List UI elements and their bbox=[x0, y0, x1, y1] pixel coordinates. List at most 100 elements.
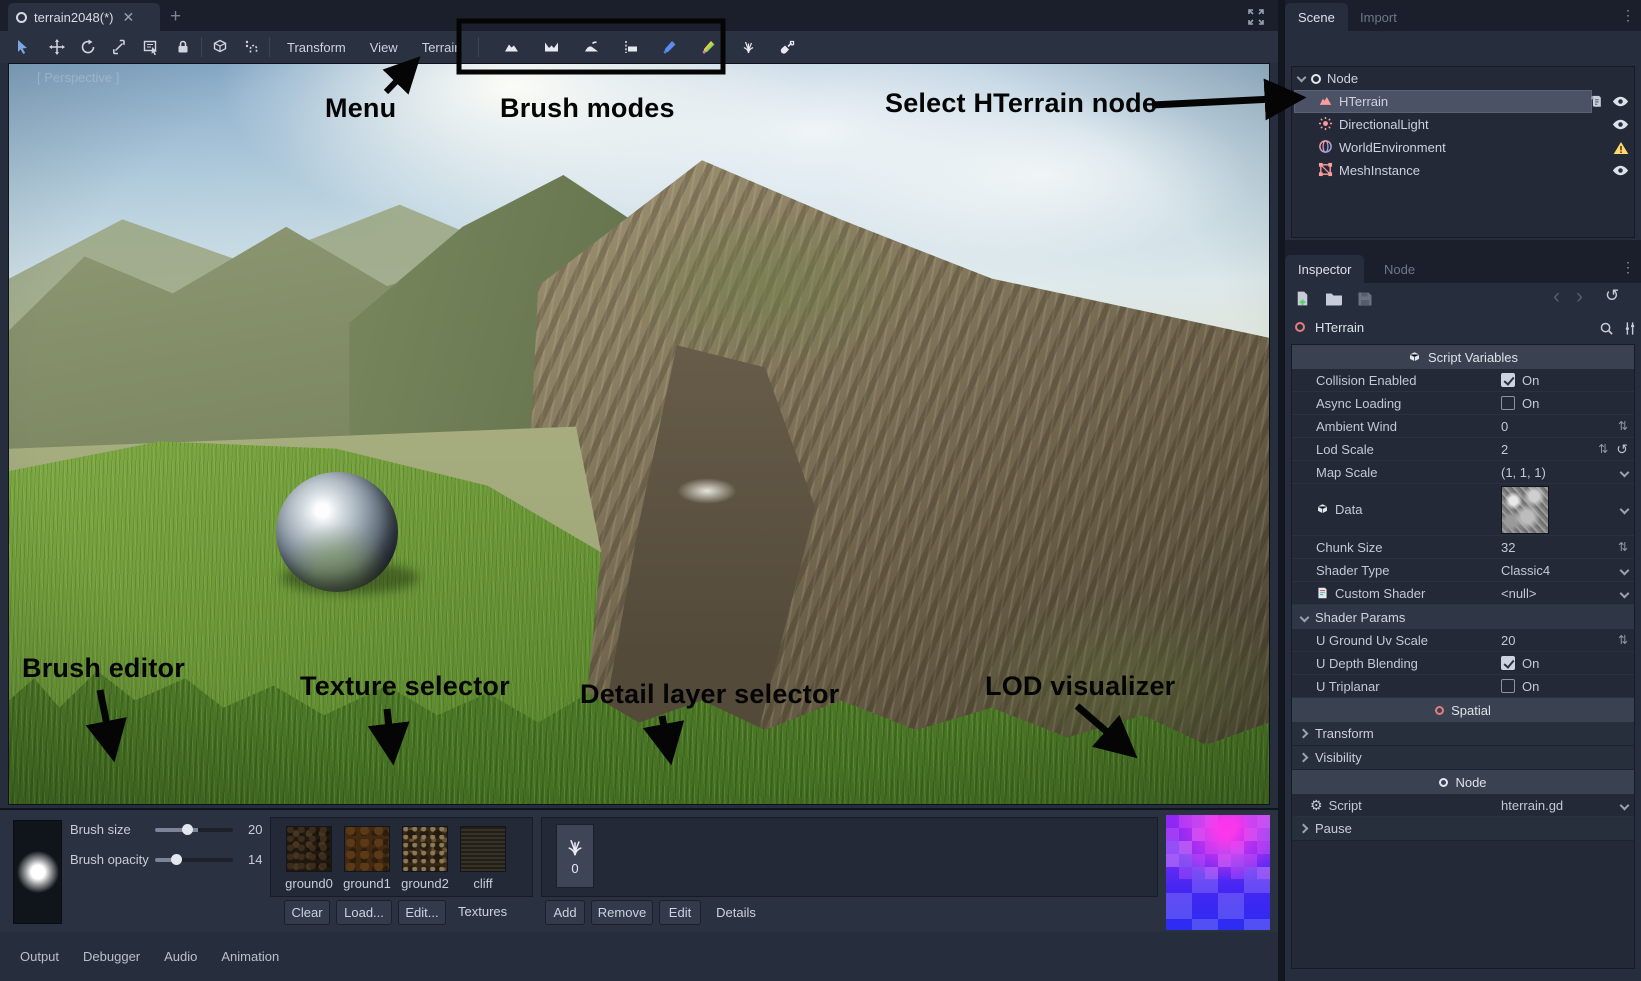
tree-row-meshinstance[interactable]: MeshInstance bbox=[1292, 159, 1634, 182]
prop-value[interactable]: <null> bbox=[1501, 586, 1536, 601]
section-shader-params[interactable]: Shader Params bbox=[1292, 605, 1634, 629]
spinner-icon[interactable]: ⇅ bbox=[1618, 540, 1628, 554]
prop-value[interactable]: 2 bbox=[1501, 442, 1508, 457]
group-pause[interactable]: Pause bbox=[1292, 817, 1634, 841]
prop-value[interactable]: hterrain.gd bbox=[1501, 798, 1563, 813]
select-tool-icon[interactable] bbox=[10, 35, 36, 59]
lock-icon[interactable] bbox=[170, 35, 196, 59]
menu-view[interactable]: View bbox=[358, 40, 410, 55]
tree-row-node[interactable]: Node bbox=[1292, 67, 1634, 90]
group-visibility[interactable]: Visibility bbox=[1292, 746, 1634, 770]
load-resource-icon[interactable] bbox=[1325, 291, 1343, 311]
dock-splitter[interactable] bbox=[1285, 240, 1641, 252]
clear-button[interactable]: Clear bbox=[284, 900, 330, 925]
group-object-icon[interactable] bbox=[207, 35, 233, 59]
checkbox-unchecked[interactable] bbox=[1501, 679, 1515, 693]
category-node[interactable]: Node bbox=[1292, 770, 1634, 794]
tab-audio[interactable]: Audio bbox=[164, 949, 197, 964]
brush-opacity-slider[interactable] bbox=[155, 858, 233, 862]
history-back-icon[interactable]: ‹ bbox=[1553, 285, 1560, 309]
visibility-eye-icon[interactable] bbox=[1612, 164, 1629, 177]
brush-size-slider[interactable] bbox=[155, 828, 233, 832]
new-resource-icon[interactable] bbox=[1294, 290, 1311, 312]
prop-value[interactable]: 20 bbox=[1501, 633, 1515, 648]
brush-mode-lower-icon[interactable] bbox=[538, 35, 564, 59]
brush-size-handle[interactable] bbox=[182, 824, 193, 835]
tab-output[interactable]: Output bbox=[20, 949, 59, 964]
brush-preview[interactable] bbox=[13, 820, 62, 924]
checkbox-checked[interactable] bbox=[1501, 656, 1515, 670]
rotate-tool-icon[interactable] bbox=[75, 35, 101, 59]
close-tab-icon[interactable]: ✕ bbox=[123, 9, 135, 26]
expand-icon[interactable] bbox=[1620, 588, 1630, 598]
prop-value[interactable]: (1, 1, 1) bbox=[1501, 465, 1546, 480]
details-button[interactable]: Details bbox=[707, 900, 765, 925]
dock-menu-icon[interactable]: ⋮ bbox=[1621, 7, 1635, 24]
inspector-search-icon[interactable] bbox=[1599, 321, 1614, 341]
tab-inspector[interactable]: Inspector bbox=[1285, 255, 1364, 283]
expand-icon[interactable] bbox=[1620, 467, 1630, 477]
scene-tab-terrain2048[interactable]: terrain2048(*) ✕ bbox=[8, 3, 160, 31]
edit-textures-button[interactable]: Edit... bbox=[398, 900, 446, 925]
brush-mode-flatten-icon[interactable] bbox=[617, 35, 643, 59]
snap-mode-icon[interactable] bbox=[238, 35, 264, 59]
prop-value[interactable]: 32 bbox=[1501, 540, 1515, 555]
tab-debugger[interactable]: Debugger bbox=[83, 949, 140, 964]
detail-layer-0-tile[interactable]: 0 bbox=[556, 824, 594, 888]
visibility-eye-icon[interactable] bbox=[1612, 95, 1629, 108]
texture-tile-ground0[interactable] bbox=[286, 826, 332, 872]
list-select-tool-icon[interactable] bbox=[138, 35, 164, 59]
script-badge-icon[interactable] bbox=[1589, 94, 1603, 109]
distraction-free-icon[interactable] bbox=[1248, 9, 1264, 30]
tree-row-hterrain[interactable]: HTerrain bbox=[1292, 90, 1634, 113]
visibility-eye-icon[interactable] bbox=[1612, 118, 1629, 131]
texture-tile-ground2[interactable] bbox=[402, 826, 448, 872]
remove-button[interactable]: Remove bbox=[591, 900, 653, 925]
checkbox-checked[interactable] bbox=[1501, 373, 1515, 387]
category-script-variables[interactable]: Script Variables bbox=[1292, 345, 1634, 369]
tree-row-directionallight[interactable]: DirectionalLight bbox=[1292, 113, 1634, 136]
texture-tile-ground1[interactable] bbox=[344, 826, 390, 872]
heightmap-thumbnail[interactable] bbox=[1501, 486, 1549, 534]
menu-terrain[interactable]: Terrain bbox=[410, 40, 474, 55]
load-button[interactable]: Load... bbox=[336, 900, 392, 925]
edit-detail-button[interactable]: Edit bbox=[659, 900, 701, 925]
group-transform[interactable]: Transform bbox=[1292, 722, 1634, 746]
prop-value[interactable]: 0 bbox=[1501, 419, 1508, 434]
scale-tool-icon[interactable] bbox=[106, 35, 132, 59]
expand-icon[interactable] bbox=[1620, 565, 1630, 575]
checkbox-unchecked[interactable] bbox=[1501, 396, 1515, 410]
brush-mode-splat-paint-icon[interactable] bbox=[695, 35, 721, 59]
brush-mode-raise-icon[interactable] bbox=[498, 35, 524, 59]
brush-mode-color-paint-icon[interactable] bbox=[656, 35, 682, 59]
inspector-tools-icon[interactable] bbox=[1623, 321, 1637, 341]
new-tab-icon[interactable]: + bbox=[170, 6, 181, 28]
expand-icon[interactable] bbox=[1620, 800, 1630, 810]
brush-mode-smooth-icon[interactable] bbox=[578, 35, 604, 59]
prop-value[interactable]: Classic4 bbox=[1501, 563, 1550, 578]
revert-icon[interactable]: ↺ bbox=[1616, 441, 1628, 458]
move-tool-icon[interactable] bbox=[44, 35, 70, 59]
spinner-icon[interactable]: ⇅ bbox=[1618, 633, 1628, 647]
texture-tile-cliff[interactable] bbox=[460, 826, 506, 872]
expand-icon[interactable] bbox=[1620, 505, 1630, 515]
dock-menu-icon[interactable]: ⋮ bbox=[1621, 259, 1635, 276]
spinner-icon[interactable]: ⇅ bbox=[1598, 442, 1608, 456]
brush-mode-detail-grass-icon[interactable] bbox=[735, 35, 761, 59]
category-spatial[interactable]: Spatial bbox=[1292, 698, 1634, 722]
warning-icon[interactable] bbox=[1613, 141, 1629, 155]
tab-node[interactable]: Node bbox=[1371, 255, 1428, 283]
collapse-icon[interactable] bbox=[1297, 72, 1307, 82]
spinner-icon[interactable]: ⇅ bbox=[1618, 419, 1628, 433]
menu-transform[interactable]: Transform bbox=[275, 40, 358, 55]
history-forward-icon[interactable]: › bbox=[1576, 285, 1583, 309]
object-history-icon[interactable]: ↺ bbox=[1605, 286, 1619, 306]
tab-animation[interactable]: Animation bbox=[221, 949, 279, 964]
tab-scene[interactable]: Scene bbox=[1285, 3, 1348, 31]
save-resource-icon[interactable] bbox=[1357, 291, 1373, 312]
perspective-label[interactable]: [ Perspective ] bbox=[37, 70, 119, 85]
brush-mode-erode-icon[interactable] bbox=[774, 35, 800, 59]
brush-opacity-handle[interactable] bbox=[171, 854, 182, 865]
tab-import[interactable]: Import bbox=[1347, 3, 1410, 31]
tree-row-worldenvironment[interactable]: WorldEnvironment bbox=[1292, 136, 1634, 159]
